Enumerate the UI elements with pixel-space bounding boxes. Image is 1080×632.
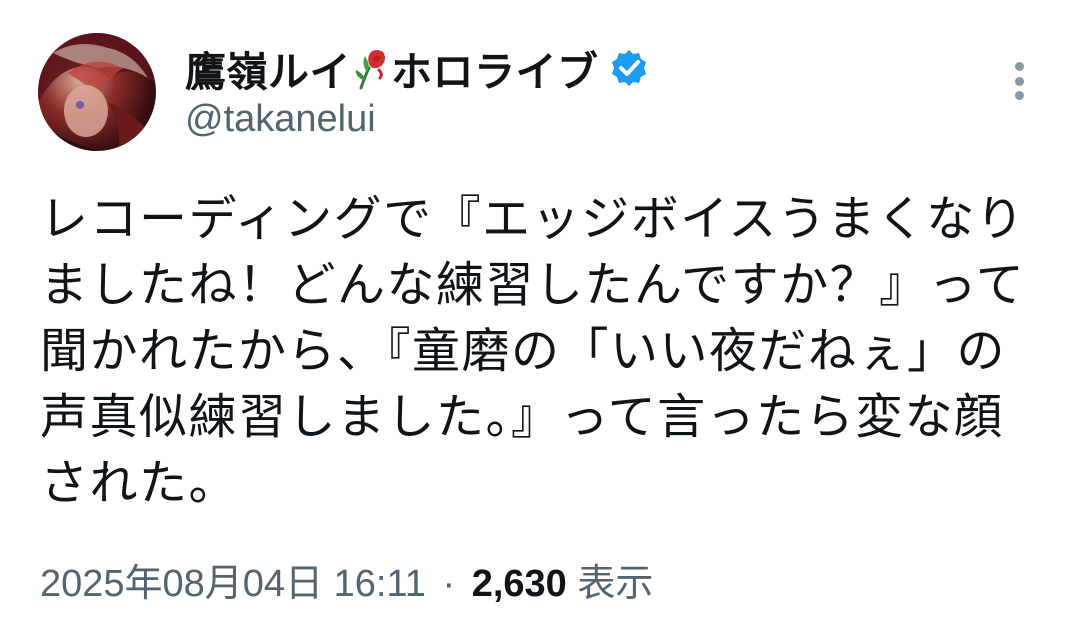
view-label: 表示 — [577, 563, 654, 605]
avatar-image — [38, 33, 156, 151]
more-dot — [1014, 62, 1024, 71]
meta-separator: · — [442, 563, 456, 605]
user-handle[interactable]: @takanelui — [185, 98, 649, 141]
tweet-header: 鷹嶺ルイ ホロライブ @takanelui — [185, 42, 649, 141]
tweet-meta: 2025年08月04日 16:11 · 2,630 表示 — [40, 552, 653, 607]
tweet-text: レコーディングで『エッジボイスうまくなりましたね！どんな練習したんですか？』って… — [40, 191, 1026, 511]
wilted-rose-icon — [353, 46, 389, 90]
more-dot — [1014, 76, 1024, 86]
verified-badge-icon[interactable] — [609, 48, 649, 88]
display-name-suffix[interactable]: ホロライブ — [391, 38, 599, 98]
view-count: 2,630 — [471, 563, 567, 605]
avatar[interactable] — [38, 33, 156, 151]
more-vertical-icon[interactable] — [1006, 62, 1032, 100]
display-name[interactable]: 鷹嶺ルイ — [185, 38, 351, 98]
more-dot — [1014, 91, 1024, 100]
name-row[interactable]: 鷹嶺ルイ ホロライブ — [185, 42, 649, 96]
timestamp-link[interactable]: 2025年08月04日 16:11 — [40, 563, 426, 605]
